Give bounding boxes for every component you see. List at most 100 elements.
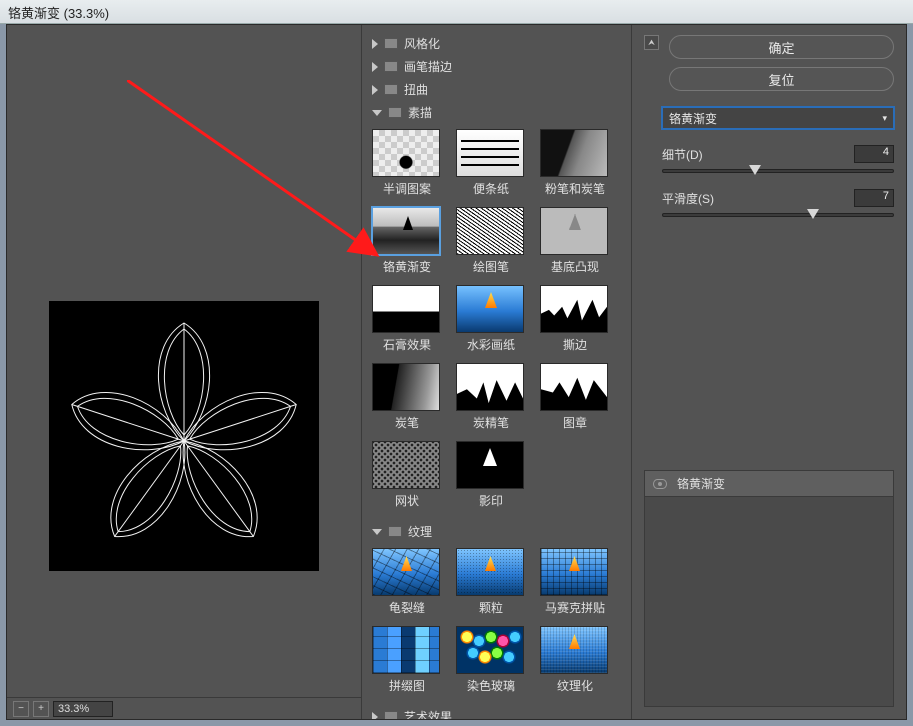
folder-icon — [384, 61, 398, 72]
folder-header-brush[interactable]: 画笔描边 — [366, 56, 627, 77]
thumb-image — [540, 548, 608, 596]
folder-label: 艺术效果 — [404, 708, 452, 719]
filter-craquelure[interactable]: 龟裂缝 — [372, 548, 442, 616]
zoom-in-button[interactable]: + — [33, 701, 49, 717]
collapse-gallery-button[interactable]: ⮝ — [644, 35, 659, 50]
reset-label: 复位 — [768, 70, 794, 89]
thumb-label: 基底凸现 — [540, 258, 610, 275]
filter-gallery-pane[interactable]: 风格化 画笔描边 扭曲 素描 半调图案 — [362, 25, 632, 719]
slider-knob[interactable] — [749, 165, 761, 175]
param-smooth-value[interactable]: 7 — [854, 189, 894, 207]
param-detail-slider[interactable] — [662, 169, 894, 173]
thumb-label: 便条纸 — [456, 180, 526, 197]
filter-chalk[interactable]: 粉笔和炭笔 — [540, 129, 610, 197]
filter-halftone[interactable]: 半调图案 — [372, 129, 442, 197]
thumb-label: 马赛克拼贴 — [540, 599, 610, 616]
filter-params: 铬黄渐变 ▾ 细节(D) 4 平滑度(S) 7 — [632, 101, 906, 227]
zoom-readout[interactable]: 33.3% — [53, 701, 113, 717]
thumb-image — [372, 363, 440, 411]
filter-select[interactable]: 铬黄渐变 ▾ — [662, 107, 894, 129]
folder-header-distort[interactable]: 扭曲 — [366, 79, 627, 100]
filter-torn-edges[interactable]: 撕边 — [540, 285, 610, 353]
thumb-label: 图章 — [540, 414, 610, 431]
filter-grain[interactable]: 颗粒 — [456, 548, 526, 616]
param-smooth-label: 平滑度(S) — [662, 190, 714, 207]
thumb-label: 半调图案 — [372, 180, 442, 197]
filter-stained-glass[interactable]: 染色玻璃 — [456, 626, 526, 694]
effect-layers-pane: 铬黄渐变 — [644, 470, 894, 707]
folder-header-sketch[interactable]: 素描 — [366, 102, 627, 123]
param-detail-row: 细节(D) 4 — [662, 145, 894, 163]
filter-reticulation[interactable]: 网状 — [372, 441, 442, 509]
ok-button[interactable]: 确定 — [669, 35, 894, 59]
thumb-image — [456, 626, 524, 674]
folder-label: 素描 — [408, 104, 432, 121]
folder-header-stylize[interactable]: 风格化 — [366, 33, 627, 54]
folder-artistic: 艺术效果 — [366, 706, 627, 719]
filter-note[interactable]: 便条纸 — [456, 129, 526, 197]
thumb-label: 绘图笔 — [456, 258, 526, 275]
thumb-label: 影印 — [456, 492, 526, 509]
thumb-label: 龟裂缝 — [372, 599, 442, 616]
folder-label: 风格化 — [404, 35, 440, 52]
param-smooth-slider[interactable] — [662, 213, 894, 217]
filter-charcoal[interactable]: 炭笔 — [372, 363, 442, 431]
reset-button[interactable]: 复位 — [669, 67, 894, 91]
folder-header-texture[interactable]: 纹理 — [366, 521, 627, 542]
thumb-label: 粉笔和炭笔 — [540, 180, 610, 197]
visibility-eye-icon[interactable] — [653, 479, 667, 489]
thumb-image — [372, 207, 440, 255]
thumb-image — [372, 285, 440, 333]
ok-label: 确定 — [768, 38, 794, 57]
thumb-image — [456, 441, 524, 489]
thumb-image — [540, 626, 608, 674]
folder-icon — [388, 107, 402, 118]
zoom-value: 33.3% — [58, 703, 89, 715]
thumb-label: 炭精笔 — [456, 414, 526, 431]
window-title: 铬黄渐变 (33.3%) — [8, 6, 109, 21]
filter-plaster[interactable]: 石膏效果 — [372, 285, 442, 353]
filter-stamp[interactable]: 图章 — [540, 363, 610, 431]
thumb-image — [456, 285, 524, 333]
zoom-out-button[interactable]: − — [13, 701, 29, 717]
folder-icon — [388, 526, 402, 537]
effect-layer-row[interactable]: 铬黄渐变 — [645, 471, 893, 497]
filter-texturizer[interactable]: 纹理化 — [540, 626, 610, 694]
filter-water-paper[interactable]: 水彩画纸 — [456, 285, 526, 353]
param-detail-label: 细节(D) — [662, 146, 703, 163]
filter-conte-crayon[interactable]: 炭精笔 — [456, 363, 526, 431]
param-detail-value[interactable]: 4 — [854, 145, 894, 163]
thumb-image — [372, 129, 440, 177]
sketch-thumb-grid: 半调图案 便条纸 粉笔和炭笔 铬黄渐变 绘图笔 基底凸现 石膏效果 水彩画纸 撕… — [366, 123, 627, 519]
folder-header-artistic[interactable]: 艺术效果 — [366, 706, 627, 719]
slider-knob[interactable] — [807, 209, 819, 219]
filter-mosaic-tiles[interactable]: 马赛克拼贴 — [540, 548, 610, 616]
thumb-image — [540, 363, 608, 411]
thumb-label: 炭笔 — [372, 414, 442, 431]
folder-texture: 纹理 龟裂缝 颗粒 马赛克拼贴 拼缀图 染色玻璃 纹理化 — [366, 521, 627, 704]
folder-sketch: 素描 半调图案 便条纸 粉笔和炭笔 铬黄渐变 绘图笔 基底凸现 石膏效果 水彩画… — [366, 102, 627, 519]
thumb-image — [372, 441, 440, 489]
filter-bas-relief[interactable]: 基底凸现 — [540, 207, 610, 275]
preview-viewport[interactable] — [7, 25, 361, 697]
filter-gallery-window: − + 33.3% 风格化 画笔描边 — [6, 24, 907, 720]
filter-chrome[interactable]: 铬黄渐变 — [372, 207, 442, 275]
filter-graphic-pen[interactable]: 绘图笔 — [456, 207, 526, 275]
param-smooth-row: 平滑度(S) 7 — [662, 189, 894, 207]
folder-brush: 画笔描边 — [366, 56, 627, 77]
disclosure-triangle-icon — [372, 110, 382, 116]
texture-thumb-grid: 龟裂缝 颗粒 马赛克拼贴 拼缀图 染色玻璃 纹理化 — [366, 542, 627, 704]
preview-pane: − + 33.3% — [7, 25, 362, 719]
controls-pane: ⮝ 确定 复位 铬黄渐变 ▾ 细节(D) 4 平滑度(S) 7 — [632, 25, 906, 719]
thumb-label: 水彩画纸 — [456, 336, 526, 353]
thumb-image — [372, 548, 440, 596]
thumb-image — [456, 129, 524, 177]
filter-patchwork[interactable]: 拼缀图 — [372, 626, 442, 694]
thumb-label: 网状 — [372, 492, 442, 509]
thumb-label: 铬黄渐变 — [372, 258, 442, 275]
thumb-label: 染色玻璃 — [456, 677, 526, 694]
filter-photocopy[interactable]: 影印 — [456, 441, 526, 509]
thumb-label: 石膏效果 — [372, 336, 442, 353]
thumb-label: 撕边 — [540, 336, 610, 353]
folder-icon — [384, 84, 398, 95]
